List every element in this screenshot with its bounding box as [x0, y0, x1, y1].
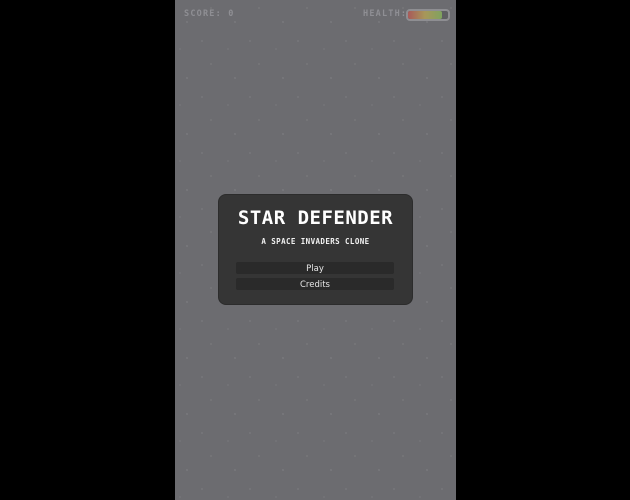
- credits-button[interactable]: Credits: [236, 278, 394, 290]
- health-label: HEALTH:: [363, 9, 408, 19]
- viewport: SCORE: 0 HEALTH: STAR DEFENDER A SPACE I…: [0, 0, 630, 500]
- game-title: STAR DEFENDER: [237, 207, 394, 229]
- health-bar-fill: [408, 11, 442, 19]
- play-button[interactable]: Play: [236, 262, 394, 274]
- game-canvas[interactable]: SCORE: 0 HEALTH: STAR DEFENDER A SPACE I…: [175, 0, 456, 500]
- score-display: SCORE: 0: [184, 9, 235, 19]
- health-bar: [406, 9, 450, 21]
- game-subtitle: A SPACE INVADERS CLONE: [261, 237, 370, 246]
- main-menu-panel: STAR DEFENDER A SPACE INVADERS CLONE Pla…: [219, 195, 412, 304]
